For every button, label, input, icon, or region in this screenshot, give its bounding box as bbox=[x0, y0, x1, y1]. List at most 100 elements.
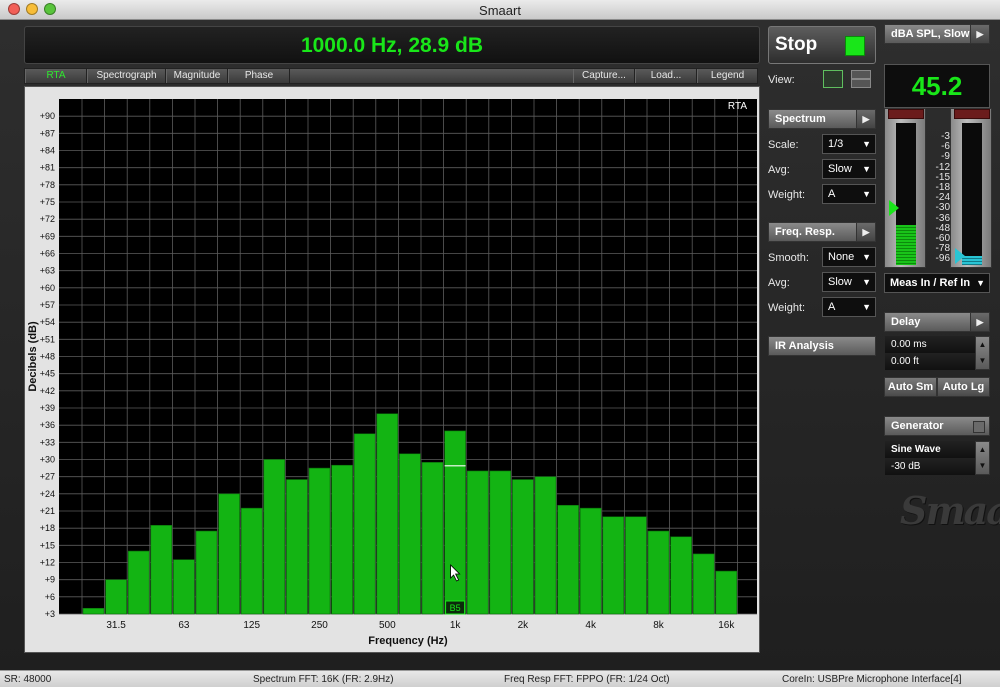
rta-bar bbox=[534, 476, 557, 615]
auto-sm-button[interactable]: Auto Sm bbox=[884, 377, 937, 397]
y-tick-label: +9 bbox=[45, 575, 55, 585]
fr-weight-select[interactable]: A ▼ bbox=[822, 297, 876, 317]
chevron-down-icon: ▼ bbox=[862, 277, 871, 287]
running-indicator-icon bbox=[845, 36, 865, 56]
rta-bar bbox=[399, 453, 421, 615]
x-tick-label: 4k bbox=[585, 620, 597, 631]
frequency-readout: 1000.0 Hz, 28.9 dB bbox=[24, 26, 760, 64]
rta-bar bbox=[647, 530, 670, 615]
view-split-button[interactable] bbox=[851, 70, 871, 88]
weight-label: Weight: bbox=[768, 189, 806, 201]
generator-stepper[interactable]: ▲ ▼ bbox=[975, 441, 990, 475]
smaart-logo: Smaart bbox=[900, 488, 1000, 533]
spectrum-header[interactable]: Spectrum ▶ bbox=[768, 109, 876, 129]
capture-button[interactable]: Capture... bbox=[573, 69, 635, 83]
delay-ms-field[interactable]: 0.00 ms bbox=[885, 336, 975, 353]
y-tick-label: +15 bbox=[40, 540, 55, 550]
y-tick-label: +33 bbox=[40, 437, 55, 447]
weight-select[interactable]: A ▼ bbox=[822, 184, 876, 204]
rta-bar bbox=[625, 516, 647, 615]
x-tick-label: 8k bbox=[653, 620, 665, 631]
tab-spectrograph[interactable]: Spectrograph bbox=[87, 69, 166, 83]
chevron-down-icon: ▼ bbox=[862, 302, 871, 312]
smooth-label: Smooth: bbox=[768, 252, 809, 264]
x-tick-label: 250 bbox=[311, 620, 328, 631]
generator-level-field[interactable]: -30 dB bbox=[885, 458, 975, 475]
chevron-up-icon[interactable]: ▲ bbox=[976, 337, 989, 353]
avg-label: Avg: bbox=[768, 164, 790, 176]
y-tick-label: +48 bbox=[40, 352, 55, 362]
generator-signal-field[interactable]: Sine Wave bbox=[885, 441, 975, 458]
avg-select[interactable]: Slow ▼ bbox=[822, 159, 876, 179]
ref-level-pointer-icon[interactable] bbox=[954, 248, 966, 264]
spl-mode-header[interactable]: dBA SPL, Slow ▶ bbox=[884, 24, 990, 44]
scale-value: 1/3 bbox=[828, 138, 844, 150]
generator-toggle[interactable] bbox=[973, 421, 985, 433]
y-tick-label: +6 bbox=[45, 592, 55, 602]
view-label: View: bbox=[768, 74, 795, 86]
meas-level-pointer-icon[interactable] bbox=[888, 200, 900, 216]
rta-bar bbox=[602, 516, 625, 615]
load-button[interactable]: Load... bbox=[635, 69, 697, 83]
y-tick-label: +60 bbox=[40, 283, 55, 293]
freq-resp-header[interactable]: Freq. Resp. ▶ bbox=[768, 222, 876, 242]
expand-arrow-icon: ▶ bbox=[970, 313, 989, 331]
chevron-down-icon[interactable]: ▼ bbox=[976, 458, 989, 474]
y-tick-label: +42 bbox=[40, 386, 55, 396]
delay-ft-field[interactable]: 0.00 ft bbox=[885, 353, 975, 370]
rta-bar bbox=[353, 433, 376, 615]
status-spectrum-fft: Spectrum FFT: 16K (FR: 2.9Hz) bbox=[253, 674, 394, 685]
meter-scale-tick: -96 bbox=[935, 253, 950, 265]
y-tick-label: +78 bbox=[40, 180, 55, 190]
rta-bar bbox=[218, 493, 240, 615]
chevron-up-icon[interactable]: ▲ bbox=[976, 442, 989, 458]
fr-avg-label: Avg: bbox=[768, 277, 790, 289]
tab-rta[interactable]: RTA bbox=[25, 69, 87, 83]
y-tick-label: +12 bbox=[40, 558, 55, 568]
view-single-button[interactable] bbox=[823, 70, 843, 88]
meas-level-meter bbox=[884, 108, 926, 268]
tab-phase[interactable]: Phase bbox=[228, 69, 290, 83]
y-tick-label: +54 bbox=[40, 317, 55, 327]
generator-header[interactable]: Generator bbox=[884, 416, 990, 436]
rta-bar bbox=[489, 470, 512, 615]
rta-chart[interactable]: B5 +90 +87 +84 +81 +78 +75 +72 +69 +66 +63 +60 +57 +… bbox=[25, 87, 759, 652]
input-select-value: Meas In / Ref In bbox=[890, 277, 971, 289]
app-body: 1000.0 Hz, 28.9 dB RTA Spectrograph Magn… bbox=[0, 20, 1000, 670]
chevron-down-icon[interactable]: ▼ bbox=[976, 353, 989, 369]
y-tick-label: +72 bbox=[40, 214, 55, 224]
legend-button[interactable]: Legend bbox=[697, 69, 758, 83]
input-select[interactable]: Meas In / Ref In ▼ bbox=[884, 273, 990, 293]
smooth-select[interactable]: None ▼ bbox=[822, 247, 876, 267]
y-tick-label: +36 bbox=[40, 420, 55, 430]
delay-header[interactable]: Delay ▶ bbox=[884, 312, 990, 332]
chevron-down-icon: ▼ bbox=[862, 164, 871, 174]
rta-plot[interactable]: B5 +90 +87 +84 +81 +78 +75 +72 +69 +66 +63 +60 +57 +… bbox=[24, 86, 760, 653]
stop-button[interactable]: Stop bbox=[768, 26, 876, 64]
ir-analysis-button[interactable]: IR Analysis bbox=[768, 336, 876, 356]
y-tick-label: +66 bbox=[40, 249, 55, 259]
cursor-label: B5 bbox=[450, 603, 461, 613]
title-bar: Smaart bbox=[0, 0, 1000, 20]
y-tick-label: +3 bbox=[45, 609, 55, 619]
auto-lg-button[interactable]: Auto Lg bbox=[937, 377, 990, 397]
y-tick-label: +27 bbox=[40, 472, 55, 482]
x-tick-label: 16k bbox=[718, 620, 735, 631]
freq-resp-header-label: Freq. Resp. bbox=[775, 226, 835, 238]
expand-arrow-icon: ▶ bbox=[970, 25, 989, 43]
fr-avg-select[interactable]: Slow ▼ bbox=[822, 272, 876, 292]
scale-select[interactable]: 1/3 ▼ bbox=[822, 134, 876, 154]
y-tick-label: +45 bbox=[40, 369, 55, 379]
expand-arrow-icon: ▶ bbox=[856, 223, 875, 241]
fr-avg-value: Slow bbox=[828, 276, 852, 288]
clip-indicator bbox=[954, 109, 990, 119]
status-device: CoreIn: USBPre Microphone Interface[4] bbox=[782, 674, 962, 685]
tab-bar: RTA Spectrograph Magnitude Phase Capture… bbox=[24, 68, 758, 84]
y-tick-label: +81 bbox=[40, 163, 55, 173]
expand-arrow-icon: ▶ bbox=[856, 110, 875, 128]
rta-bar bbox=[240, 507, 263, 615]
rta-bar bbox=[173, 559, 195, 615]
delay-stepper[interactable]: ▲ ▼ bbox=[975, 336, 990, 370]
weight-value: A bbox=[828, 188, 836, 200]
tab-magnitude[interactable]: Magnitude bbox=[166, 69, 228, 83]
